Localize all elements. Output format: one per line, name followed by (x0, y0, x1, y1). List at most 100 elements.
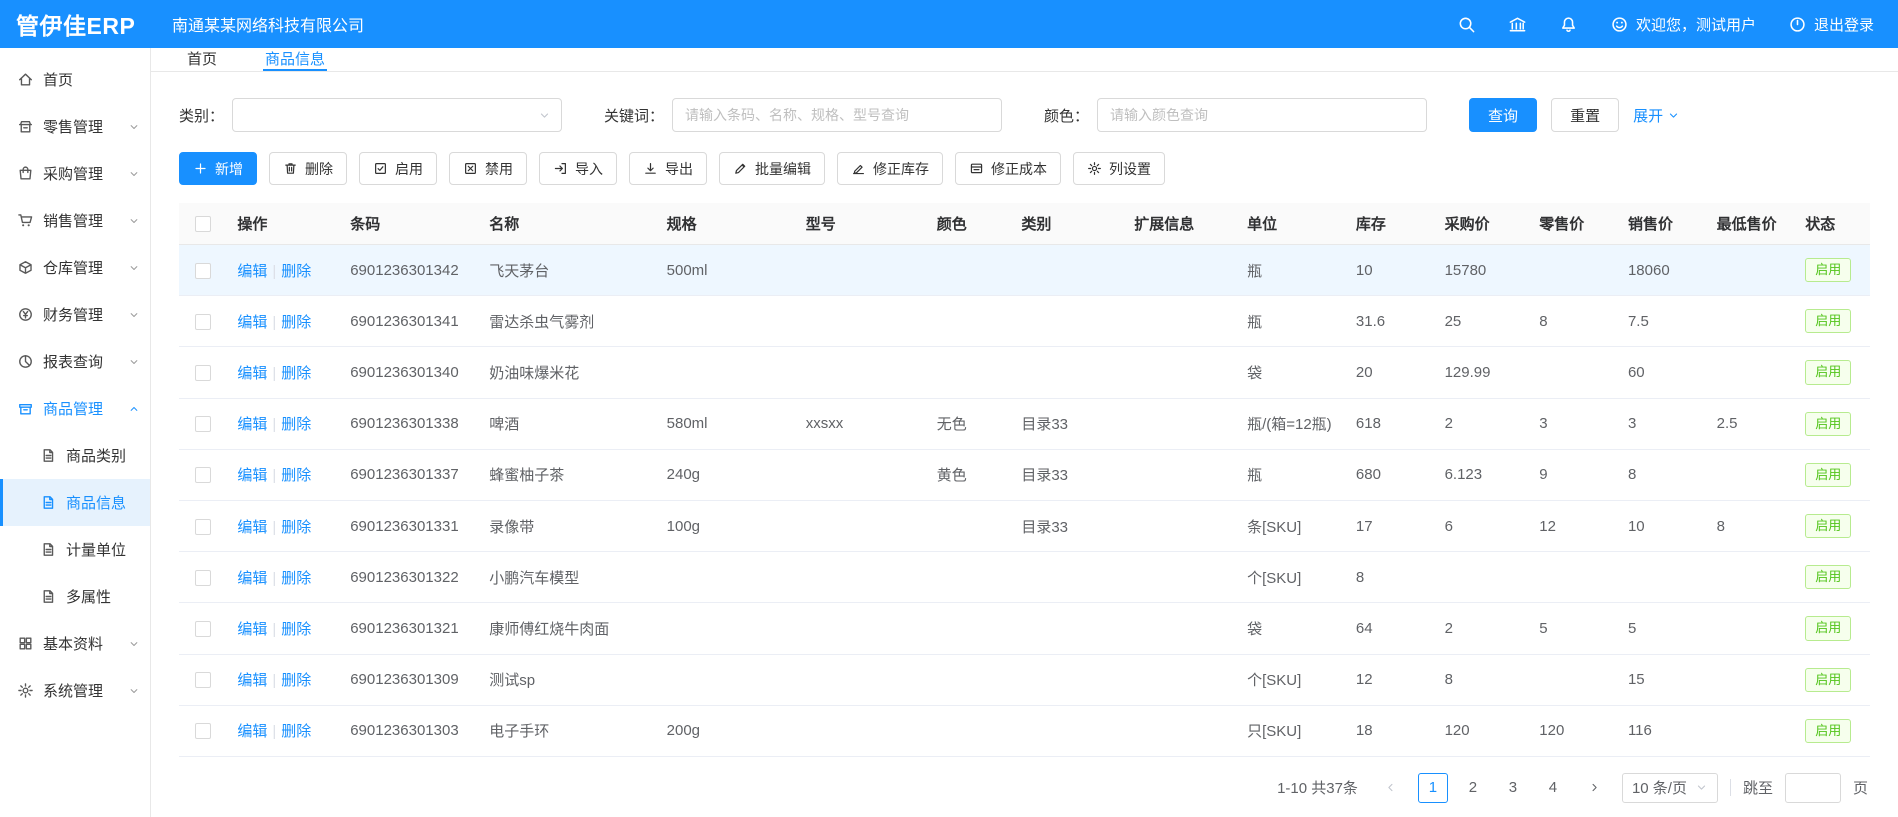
sidebar-item-multi-attribute[interactable]: 多属性 (0, 573, 150, 620)
row-checkbox[interactable] (195, 263, 211, 279)
edit-link[interactable]: 编辑 (237, 570, 267, 587)
cell-retail_price: 3 (1529, 398, 1618, 449)
delete-link[interactable]: 删除 (281, 570, 311, 587)
page-size-select[interactable]: 10 条/页 (1622, 773, 1718, 803)
sidebar-item-basic-data[interactable]: 基本资料 (0, 620, 150, 667)
cell-ext (1124, 552, 1237, 603)
product-icon (17, 400, 34, 417)
button-label: 导入 (575, 159, 603, 179)
delete-link[interactable]: 删除 (281, 672, 311, 689)
jump-page-input[interactable] (1785, 773, 1841, 803)
page-button-4[interactable]: 4 (1538, 773, 1568, 803)
page-button-2[interactable]: 2 (1458, 773, 1488, 803)
edit-link[interactable]: 编辑 (237, 263, 267, 280)
sidebar-item-warehouse[interactable]: 仓库管理 (0, 244, 150, 291)
row-checkbox[interactable] (195, 314, 211, 330)
sidebar-item-product[interactable]: 商品管理 (0, 385, 150, 432)
delete-link[interactable]: 删除 (281, 621, 311, 638)
user-welcome[interactable]: 欢迎您，测试用户 (1610, 14, 1756, 35)
sidebar-item-finance[interactable]: 财务管理 (0, 291, 150, 338)
cell-retail_price: 12 (1529, 500, 1618, 551)
cell-status: 启用 (1795, 398, 1870, 449)
export-button[interactable]: 导出 (629, 152, 707, 185)
delete-link[interactable]: 删除 (281, 467, 311, 484)
cell-model (796, 654, 927, 705)
cell-stock: 10 (1346, 245, 1435, 296)
edit-link[interactable]: 编辑 (237, 723, 267, 740)
row-checkbox[interactable] (195, 621, 211, 637)
cell-sale_price: 60 (1618, 347, 1707, 398)
bell-icon[interactable] (1559, 15, 1578, 34)
row-checkbox[interactable] (195, 570, 211, 586)
row-checkbox[interactable] (195, 365, 211, 381)
batch-edit-button[interactable]: 批量编辑 (719, 152, 825, 185)
edit-link[interactable]: 编辑 (237, 672, 267, 689)
sidebar-item-system[interactable]: 系统管理 (0, 667, 150, 714)
select-all-checkbox[interactable] (195, 216, 211, 232)
enable-button[interactable]: 启用 (359, 152, 437, 185)
search-icon[interactable] (1457, 15, 1476, 34)
prev-page-button[interactable] (1376, 773, 1406, 803)
search-button[interactable]: 查询 (1469, 98, 1537, 132)
sidebar-item-purchase[interactable]: 采购管理 (0, 150, 150, 197)
next-page-button[interactable] (1580, 773, 1610, 803)
keyword-input[interactable] (672, 98, 1002, 132)
sidebar-item-measure-unit[interactable]: 计量单位 (0, 526, 150, 573)
sidebar-item-product-category[interactable]: 商品类别 (0, 432, 150, 479)
sidebar-item-home[interactable]: 首页 (0, 56, 150, 103)
page-button-3[interactable]: 3 (1498, 773, 1528, 803)
column-settings-button[interactable]: 列设置 (1073, 152, 1165, 185)
expand-link[interactable]: 展开 (1633, 105, 1680, 126)
tab-product-info[interactable]: 商品信息 (263, 48, 327, 71)
row-checkbox[interactable] (195, 467, 211, 483)
sidebar-item-product-info[interactable]: 商品信息 (0, 479, 150, 526)
fix-stock-button[interactable]: 修正库存 (837, 152, 943, 185)
cell-retail_price (1529, 347, 1618, 398)
edit-link[interactable]: 编辑 (237, 416, 267, 433)
sidebar-item-retail[interactable]: 零售管理 (0, 103, 150, 150)
edit-link[interactable]: 编辑 (237, 365, 267, 382)
reset-button[interactable]: 重置 (1551, 98, 1619, 132)
cell-sale_price (1618, 552, 1707, 603)
sidebar-item-sales[interactable]: 销售管理 (0, 197, 150, 244)
import-button[interactable]: 导入 (539, 152, 617, 185)
add-button[interactable]: 新增 (179, 152, 257, 185)
cell-purchase_price: 8 (1435, 654, 1530, 705)
cell-color (927, 500, 1012, 551)
row-checkbox[interactable] (195, 519, 211, 535)
delete-link[interactable]: 删除 (281, 314, 311, 331)
purchase-icon (17, 165, 34, 182)
edit-link[interactable]: 编辑 (237, 519, 267, 536)
disable-button[interactable]: 禁用 (449, 152, 527, 185)
sidebar-item-report[interactable]: 报表查询 (0, 338, 150, 385)
divider (1730, 779, 1731, 796)
table-body: 编辑|删除6901236301342飞天茅台500ml瓶101578018060… (179, 245, 1870, 757)
row-checkbox[interactable] (195, 416, 211, 432)
sidebar-item-label: 销售管理 (43, 210, 128, 231)
bank-icon[interactable] (1508, 15, 1527, 34)
row-checkbox[interactable] (195, 672, 211, 688)
color-input[interactable] (1097, 98, 1427, 132)
category-select[interactable] (232, 98, 562, 132)
delete-button[interactable]: 删除 (269, 152, 347, 185)
cell-purchase_price: 120 (1435, 705, 1530, 756)
chevron-down-icon (128, 356, 140, 368)
edit-link[interactable]: 编辑 (237, 467, 267, 484)
row-checkbox[interactable] (195, 723, 211, 739)
fix-cost-button[interactable]: 修正成本 (955, 152, 1061, 185)
tab-home[interactable]: 首页 (185, 48, 219, 71)
expand-link-text: 展开 (1633, 105, 1663, 126)
delete-link[interactable]: 删除 (281, 723, 311, 740)
cell-sale_price: 7.5 (1618, 296, 1707, 347)
edit-link[interactable]: 编辑 (237, 314, 267, 331)
report-icon (17, 353, 34, 370)
delete-link[interactable]: 删除 (281, 263, 311, 280)
logout-icon (1788, 15, 1807, 34)
gear-icon (1087, 161, 1102, 176)
delete-link[interactable]: 删除 (281, 365, 311, 382)
edit-link[interactable]: 编辑 (237, 621, 267, 638)
page-button-1[interactable]: 1 (1418, 773, 1448, 803)
delete-link[interactable]: 删除 (281, 519, 311, 536)
logout-button[interactable]: 退出登录 (1788, 14, 1874, 35)
delete-link[interactable]: 删除 (281, 416, 311, 433)
